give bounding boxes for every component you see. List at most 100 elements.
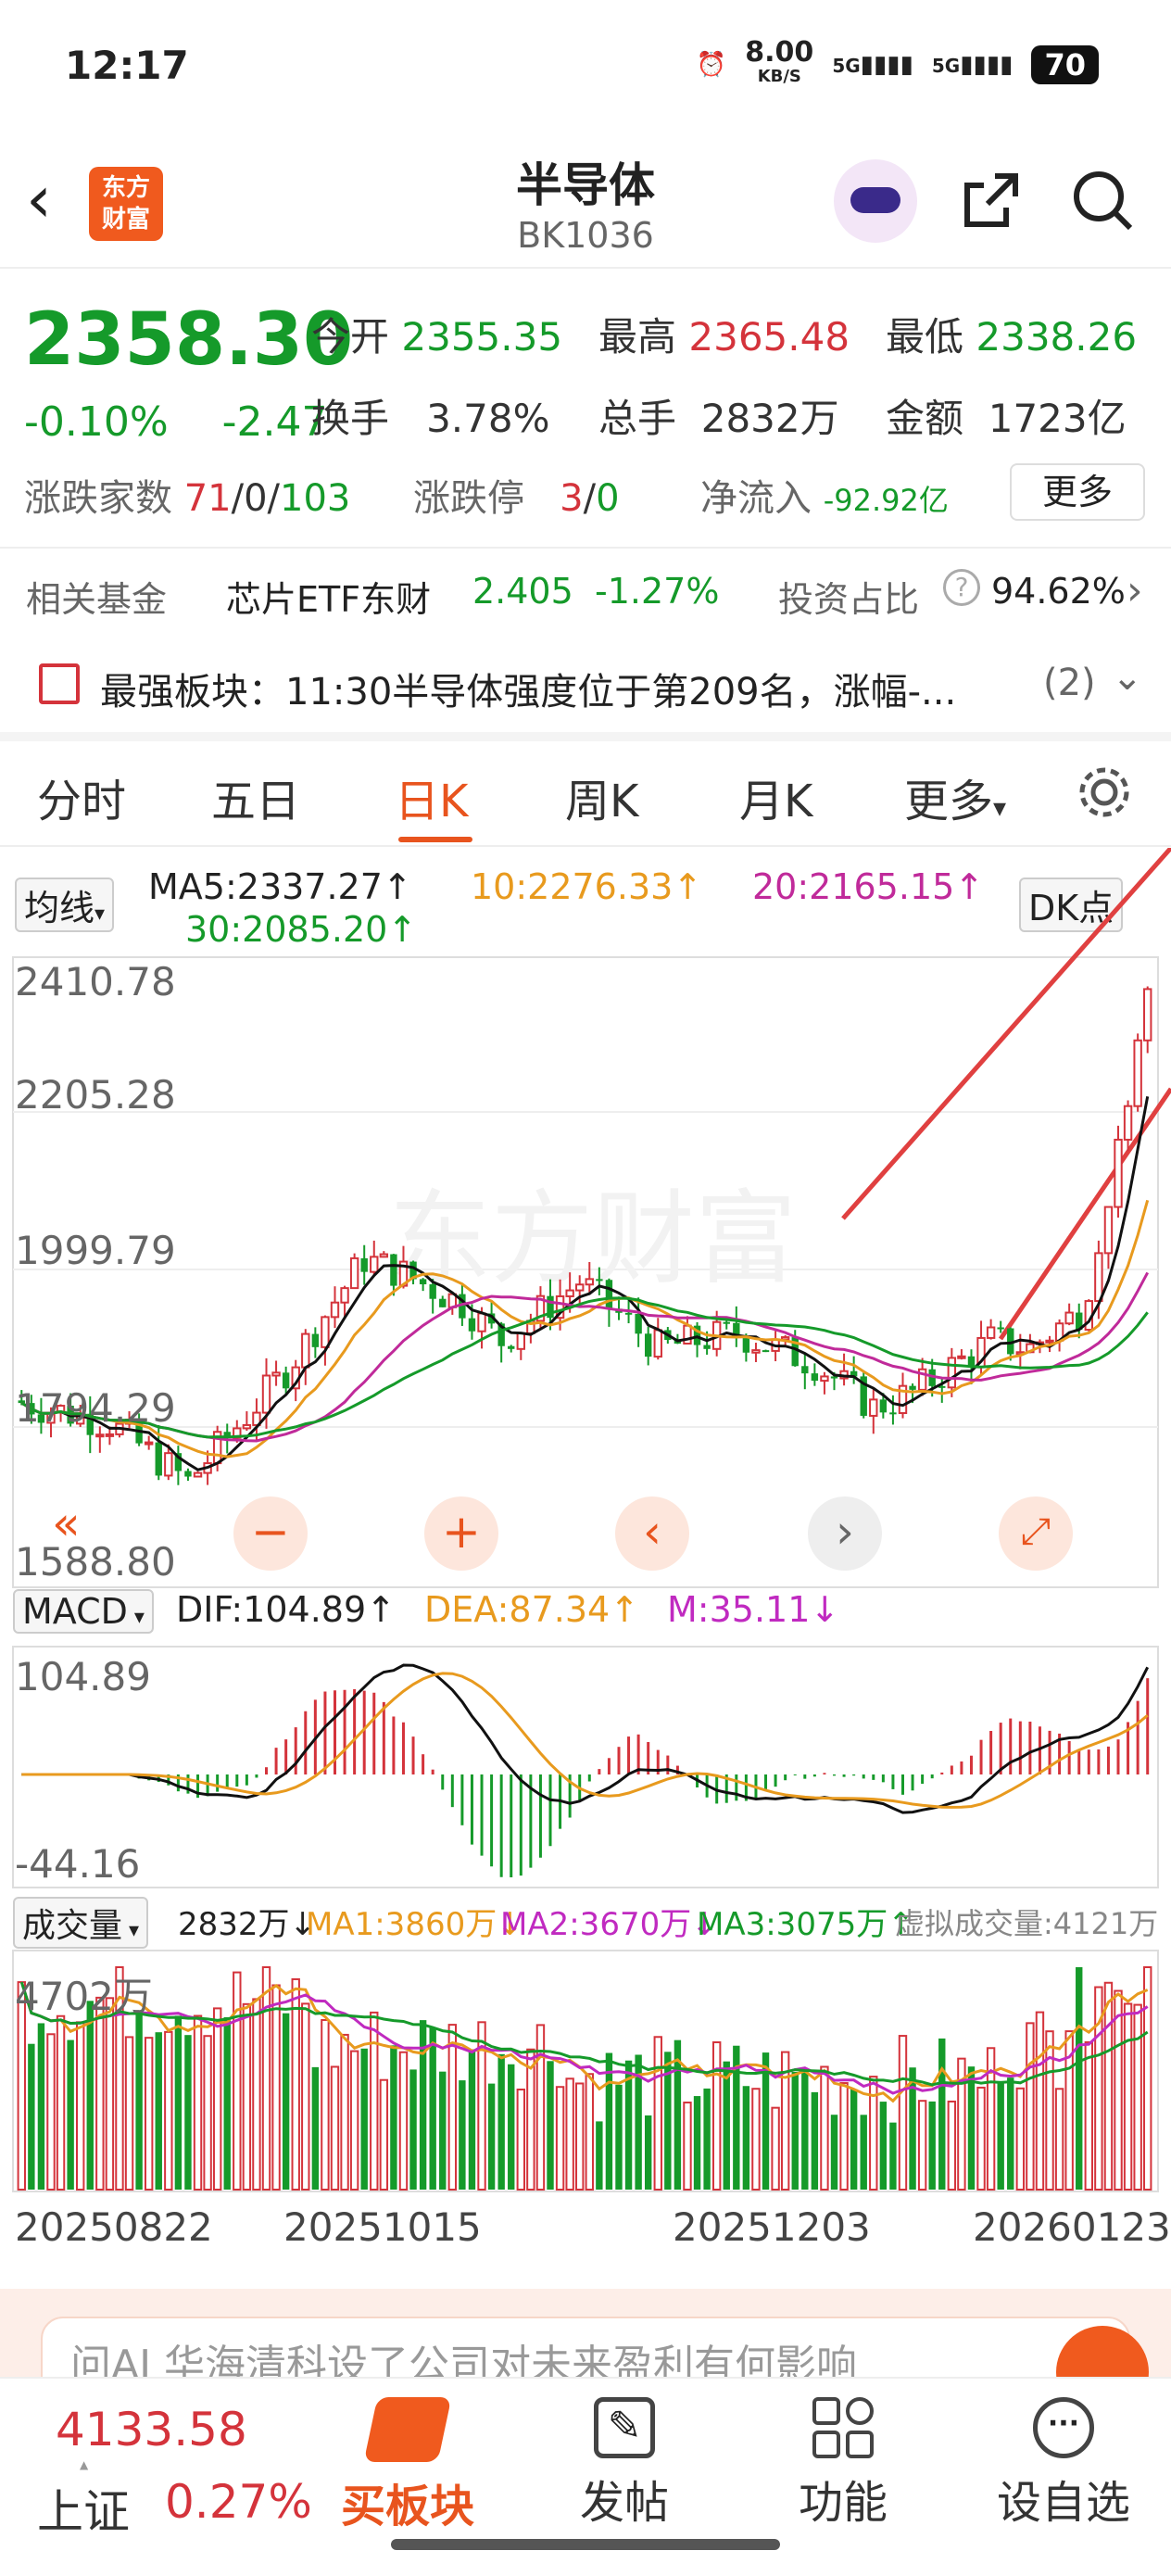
volume-bar: [28, 2043, 35, 2190]
macd-indicator-select[interactable]: MACD ▾: [13, 1589, 154, 1634]
index-name[interactable]: 上证: [37, 2475, 130, 2542]
ai-ad-banner[interactable]: 问AI 华海清科设了公司对未来盈利有何影响: [0, 2289, 1171, 2418]
zoom-out-button[interactable]: −: [233, 1496, 308, 1571]
volume-bar: [1015, 2087, 1026, 2191]
volume-bar: [86, 2001, 94, 2190]
tab-daily-k[interactable]: 日K: [395, 764, 468, 829]
volume-bar: [791, 2072, 799, 2190]
volume-bar: [596, 2121, 603, 2190]
volume-bar: [487, 2083, 496, 2190]
candle-body: [986, 1326, 996, 1339]
candle-body: [439, 1298, 447, 1307]
tab-five-day[interactable]: 五日: [211, 764, 300, 829]
candle-body: [801, 1366, 809, 1374]
volume-bar: [459, 2080, 466, 2190]
fullscreen-button[interactable]: ⤢: [999, 1496, 1073, 1571]
volume-bar: [820, 2065, 829, 2191]
jump-start-icon[interactable]: «: [52, 1496, 81, 1550]
volume-bar: [547, 2061, 554, 2190]
news-text[interactable]: 最强板块：11:30半导体强度位于第209名，涨幅-...: [100, 662, 956, 715]
candle-body: [508, 1345, 515, 1349]
volume-bar: [879, 2102, 888, 2190]
macd-dea-line: [21, 1672, 1149, 1809]
candle-body: [261, 1374, 271, 1414]
y-label-bottom: 1588.80: [15, 1539, 176, 1585]
scroll-left-button[interactable]: ‹: [615, 1496, 689, 1571]
candle-body: [1123, 1105, 1133, 1141]
volume-bar: [516, 2088, 526, 2191]
more-button[interactable]: 更多: [1010, 463, 1145, 521]
index-value[interactable]: 4133.58: [56, 2403, 247, 2456]
buy-sector-button[interactable]: 买板块: [334, 2397, 482, 2534]
candle-body: [193, 1471, 203, 1478]
volume-bar: [379, 2078, 389, 2191]
candle-body: [575, 1283, 585, 1292]
help-icon[interactable]: ?: [943, 569, 980, 606]
volume-bar: [447, 2024, 458, 2191]
volume-bar: [555, 2086, 565, 2191]
share-icon[interactable]: [954, 163, 1028, 237]
volume-ma2: MA2:3670万↓: [500, 1906, 718, 1943]
tab-monthly-k[interactable]: 月K: [739, 764, 812, 829]
add-watchlist-button[interactable]: ··· 设自选: [989, 2397, 1138, 2531]
limit-field[interactable]: 涨跌停 3/0: [413, 468, 620, 522]
volume-bar: [135, 2014, 143, 2190]
macd-y-top: 104.89: [15, 1654, 151, 1699]
candle-body: [869, 1398, 878, 1417]
volume-bar: [37, 2023, 45, 2190]
volume-bar: [311, 2066, 320, 2190]
change-row: -0.10% -2.47: [24, 398, 328, 446]
candle-body: [762, 1350, 770, 1353]
volume-bar: [526, 2048, 535, 2191]
candle-body: [703, 1345, 711, 1349]
volume-bar: [409, 2069, 417, 2190]
volume-bar: [811, 2091, 819, 2190]
netflow-field[interactable]: 净流入 -92.92亿: [700, 468, 949, 522]
candle-body: [889, 1412, 897, 1415]
volume-bar: [390, 2045, 397, 2190]
kline-chart-area[interactable]: 均线▾ MA5:2337.27↑ 10:2276.33↑ 20:2165.15↑…: [0, 848, 1171, 2293]
candle-body: [477, 1312, 486, 1332]
fund-name[interactable]: 芯片ETF东财: [226, 571, 431, 622]
change-percent: -0.10%: [24, 398, 169, 446]
post-button[interactable]: ✎ 发帖: [550, 2397, 699, 2531]
high-field: 最高 2365.48: [598, 314, 850, 360]
settings-icon[interactable]: [1075, 763, 1134, 822]
candle-body: [723, 1321, 730, 1324]
tab-more[interactable]: 更多▾: [904, 764, 1006, 829]
candle-body: [242, 1423, 252, 1430]
news-row[interactable]: 最强板块：11:30半导体强度位于第209名，涨幅-... (2) ⌄: [0, 649, 1171, 723]
volume-bar: [508, 2064, 515, 2190]
volume-indicator-select[interactable]: 成交量 ▾: [13, 1897, 149, 1949]
ai-assistant-icon[interactable]: [834, 159, 917, 243]
volume-bar: [1114, 1989, 1123, 2191]
zoom-in-button[interactable]: +: [424, 1496, 498, 1571]
fund-change: -1.27%: [595, 571, 720, 612]
breadth-field[interactable]: 涨跌家数 71/0/103: [24, 468, 350, 522]
volume-bar: [419, 2020, 427, 2190]
volume-bar: [212, 2007, 222, 2191]
volume-bar: [497, 2053, 505, 2190]
search-icon[interactable]: [1065, 163, 1140, 237]
functions-button[interactable]: 功能: [769, 2397, 917, 2531]
scroll-right-button[interactable]: ›: [808, 1496, 882, 1571]
chevron-right-icon[interactable]: ›: [1127, 567, 1143, 614]
volume-bar: [261, 1966, 271, 2191]
x-label-3: 20251203: [673, 2204, 871, 2250]
tab-weekly-k[interactable]: 周K: [565, 764, 638, 829]
volume-bar: [174, 2015, 183, 2190]
volume-bar: [1007, 2077, 1014, 2190]
candle-body: [742, 1336, 750, 1353]
candle-body: [155, 1442, 162, 1476]
fund-label: 相关基金: [26, 579, 168, 620]
y-label-4: 1794.29: [15, 1385, 176, 1431]
volume-bar: [233, 1971, 242, 2191]
alarm-icon: ⏰: [696, 51, 727, 79]
tab-intraday[interactable]: 分时: [37, 764, 126, 829]
volume-bar: [644, 2115, 652, 2190]
volume-field: 总手 2832万: [598, 396, 839, 441]
related-fund-row[interactable]: 相关基金 芯片ETF东财 2.405 -1.27% 投资占比 ? 94.62% …: [0, 556, 1171, 639]
volume-bar: [938, 2038, 946, 2190]
chevron-down-icon[interactable]: ⌄: [1112, 656, 1143, 699]
volume-bar: [615, 2084, 623, 2190]
